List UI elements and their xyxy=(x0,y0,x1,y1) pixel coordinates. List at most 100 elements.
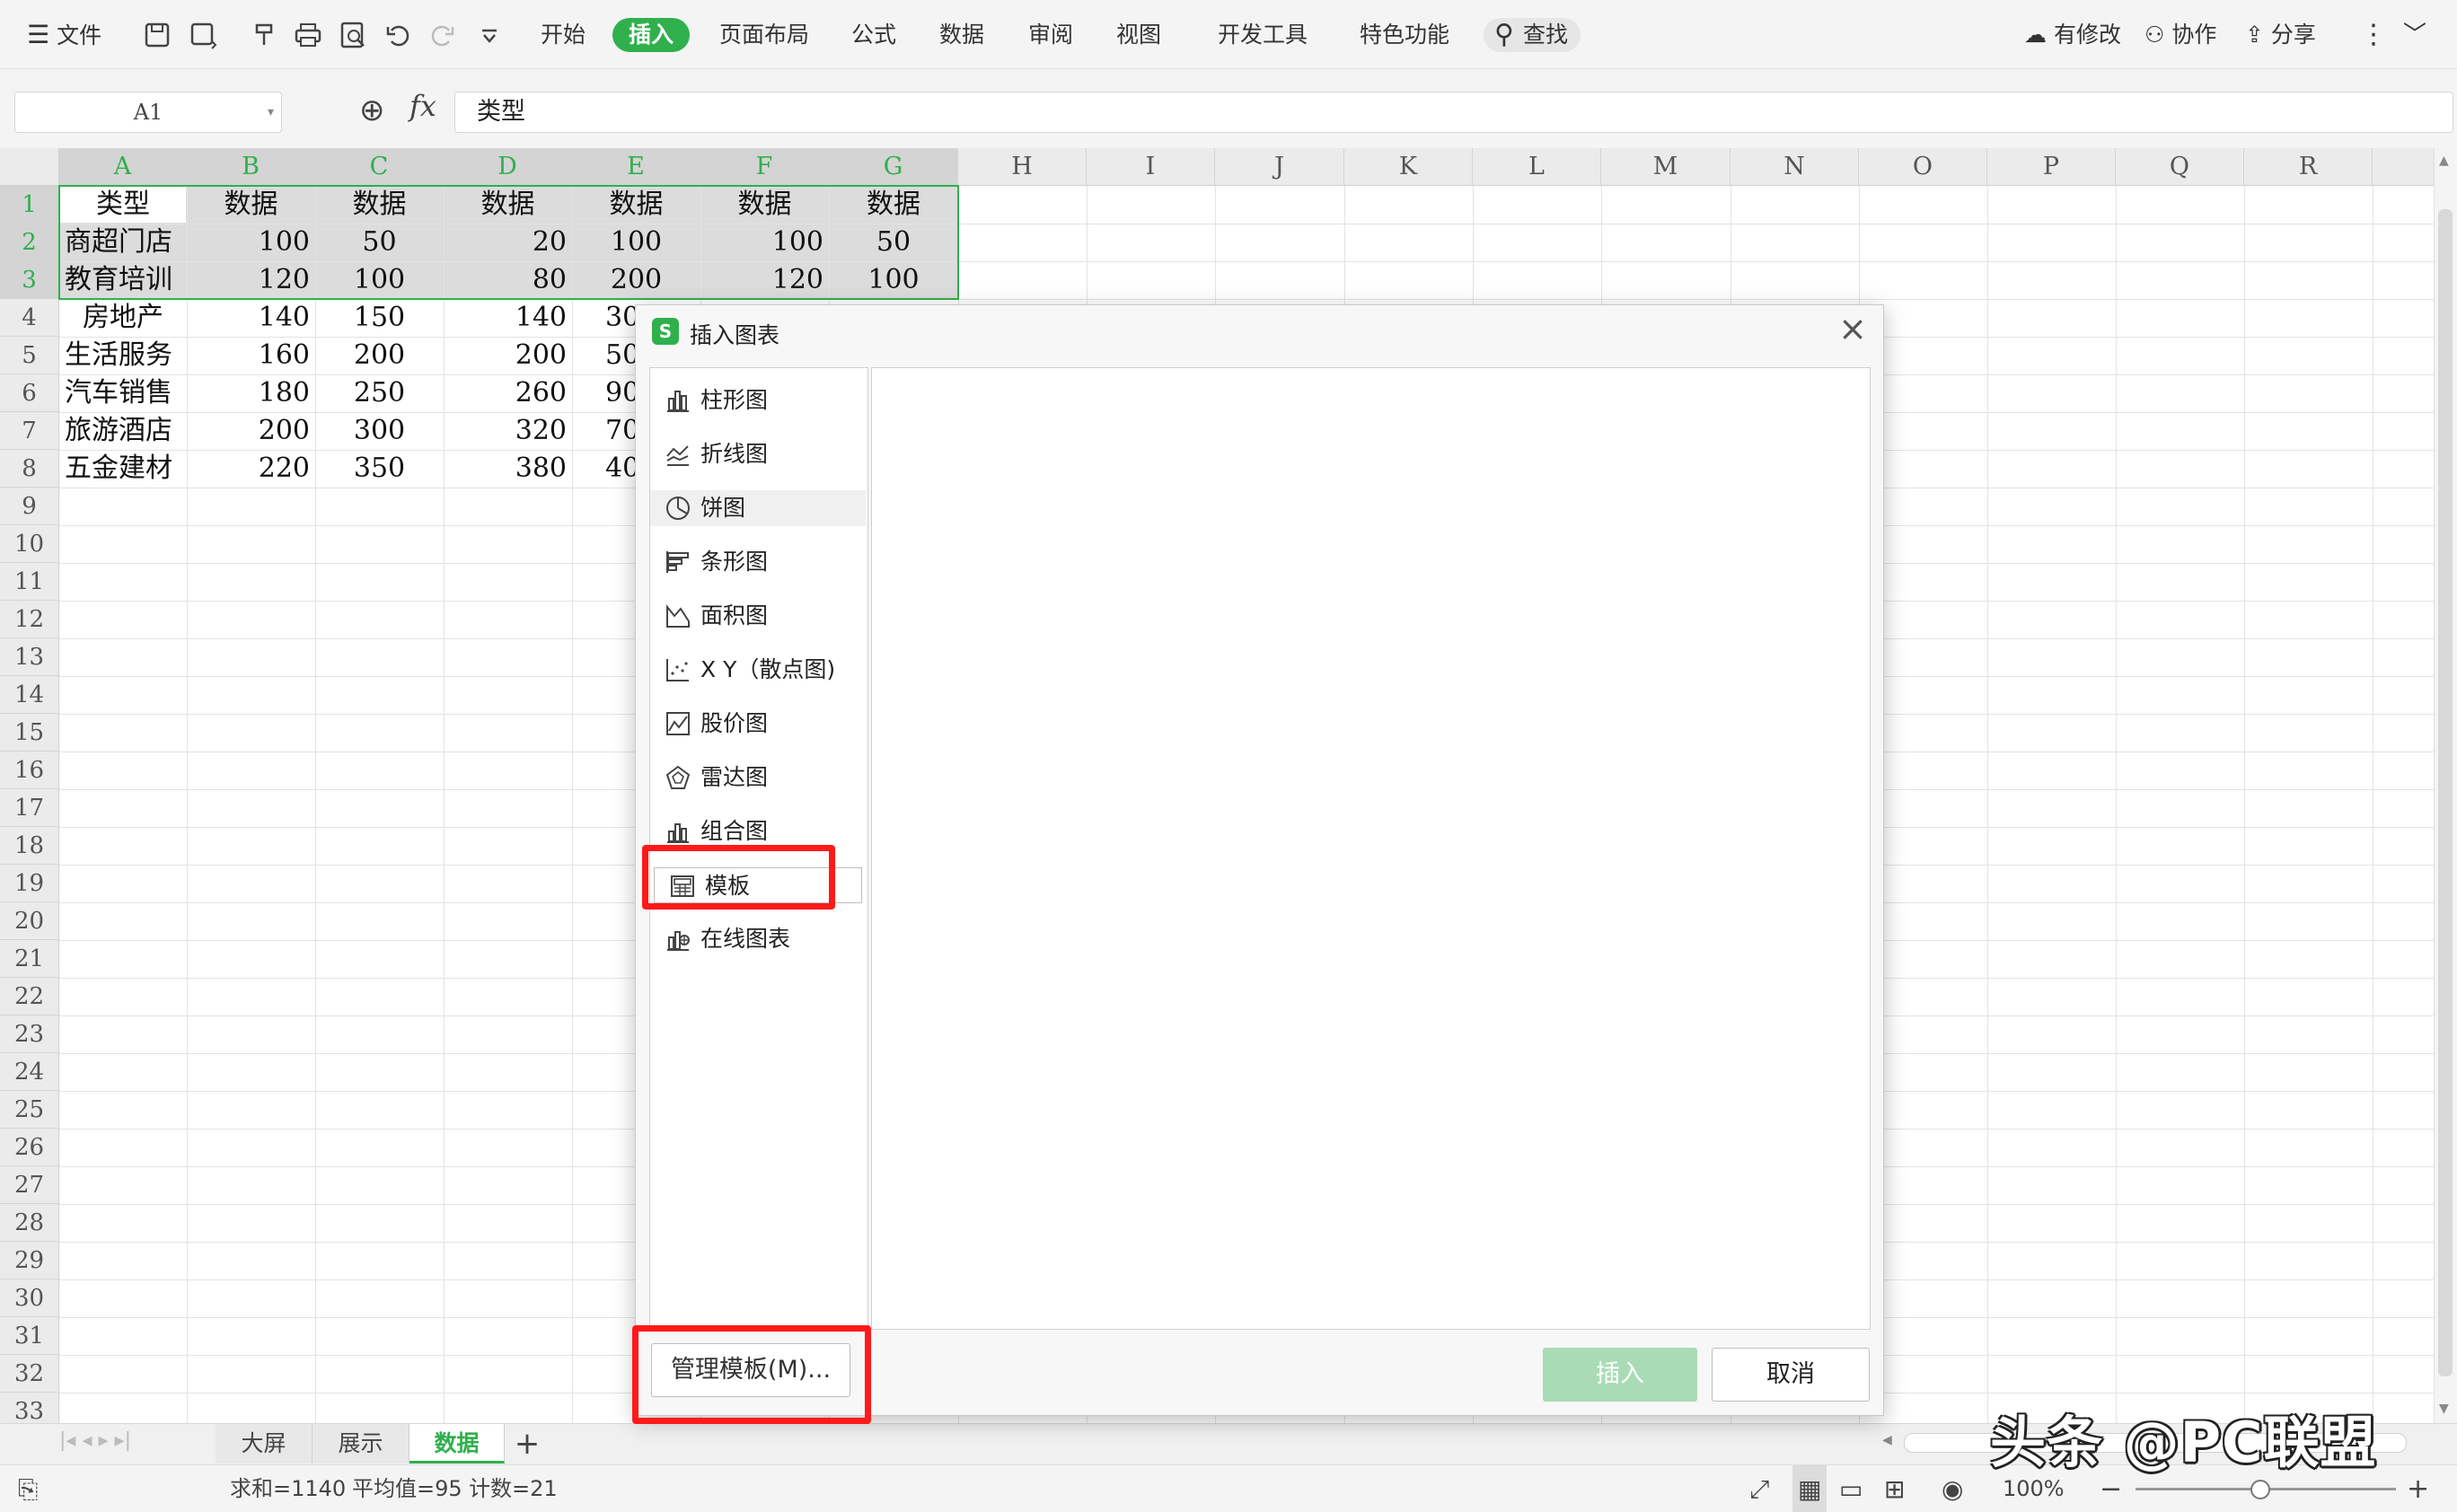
chart-type-area[interactable]: 面积图 xyxy=(650,598,866,634)
row-header[interactable]: 2 xyxy=(0,224,59,261)
column-header[interactable]: M xyxy=(1601,148,1730,186)
row-header[interactable]: 17 xyxy=(0,789,59,827)
tab-insert[interactable]: 插入 xyxy=(612,18,691,52)
row-header[interactable]: 18 xyxy=(0,827,59,865)
collaborate-button[interactable]: ⚇ 协作 xyxy=(2144,18,2216,52)
cell[interactable]: 旅游酒店 xyxy=(59,412,187,450)
column-header[interactable]: J xyxy=(1215,148,1344,186)
cell[interactable]: 生活服务 xyxy=(59,337,187,374)
fx-icon[interactable]: fx xyxy=(410,89,436,123)
cell[interactable]: 五金建材 xyxy=(59,450,187,488)
row-header[interactable]: 20 xyxy=(0,902,59,940)
formula-input[interactable]: 类型 xyxy=(454,92,2453,133)
column-header[interactable]: I xyxy=(1087,148,1215,186)
customize-quick-access-icon[interactable] xyxy=(474,20,505,50)
cell[interactable]: 350 xyxy=(315,450,444,488)
column-header[interactable]: G xyxy=(829,148,958,186)
cell[interactable]: 140 xyxy=(444,299,572,337)
row-header[interactable]: 3 xyxy=(0,261,59,299)
column-header[interactable]: A xyxy=(59,148,187,186)
save-icon[interactable] xyxy=(142,20,172,50)
row-header[interactable]: 33 xyxy=(0,1393,59,1423)
insert-button[interactable]: 插入 xyxy=(1543,1348,1697,1402)
cell[interactable]: 200 xyxy=(315,337,444,374)
zoom-icon[interactable]: ⊕ xyxy=(359,92,385,128)
modified-status-button[interactable]: ☁ 有修改 xyxy=(2024,18,2121,52)
row-header[interactable]: 23 xyxy=(0,1015,59,1053)
scroll-up-icon[interactable]: ▲ xyxy=(2439,154,2449,168)
vertical-scrollbar[interactable]: ▲ ▼ xyxy=(2434,148,2457,1423)
column-header[interactable]: P xyxy=(1987,148,2116,186)
close-icon[interactable]: × xyxy=(1833,309,1872,348)
sheet-nav-first-icon[interactable]: |◂ ◂ ▸ ▸| xyxy=(59,1429,131,1452)
sheet-tab-active[interactable]: 数据 xyxy=(410,1424,505,1464)
row-header[interactable]: 16 xyxy=(0,752,59,789)
row-header[interactable]: 12 xyxy=(0,601,59,638)
tab-view[interactable]: 视图 xyxy=(1116,18,1161,52)
row-header[interactable]: 14 xyxy=(0,676,59,714)
cell[interactable]: 汽车销售 xyxy=(59,374,187,412)
row-header[interactable]: 8 xyxy=(0,450,59,488)
print-preview-icon[interactable] xyxy=(338,20,368,50)
cell[interactable]: 180 xyxy=(187,374,315,412)
column-header[interactable]: N xyxy=(1730,148,1859,186)
cell[interactable]: 140 xyxy=(187,299,315,337)
cell[interactable]: 320 xyxy=(444,412,572,450)
row-header[interactable]: 15 xyxy=(0,714,59,752)
column-header[interactable]: C xyxy=(315,148,444,186)
column-header[interactable]: Q xyxy=(2116,148,2244,186)
cell[interactable]: 250 xyxy=(315,374,444,412)
row-header[interactable]: 19 xyxy=(0,865,59,902)
column-header[interactable]: E xyxy=(572,148,700,186)
share-button[interactable]: ⇪ 分享 xyxy=(2245,18,2316,52)
page-layout-view-icon[interactable]: ▭ xyxy=(1839,1465,1863,1512)
scroll-down-icon[interactable]: ▼ xyxy=(2439,1402,2449,1416)
cell[interactable]: 房地产 xyxy=(59,299,187,337)
column-header[interactable]: K xyxy=(1344,148,1473,186)
chart-type-bar[interactable]: 条形图 xyxy=(650,544,866,580)
chart-type-scatter[interactable]: X Y（散点图) xyxy=(650,652,866,688)
cell[interactable]: 200 xyxy=(187,412,315,450)
fullscreen-icon[interactable]: ⤢ xyxy=(1749,1465,1769,1512)
normal-view-icon[interactable]: ▦ xyxy=(1792,1465,1827,1512)
row-header[interactable]: 26 xyxy=(0,1129,59,1166)
search-button[interactable]: ⚲ 查找 xyxy=(1484,18,1581,52)
row-header[interactable]: 1 xyxy=(0,186,59,224)
undo-icon[interactable] xyxy=(383,20,413,50)
name-box[interactable]: A1 ▾ xyxy=(14,92,282,133)
row-header[interactable]: 11 xyxy=(0,563,59,601)
page-break-view-icon[interactable]: ⊞ xyxy=(1884,1465,1905,1512)
row-header[interactable]: 4 xyxy=(0,299,59,337)
select-all-corner[interactable] xyxy=(0,148,59,186)
print-icon[interactable] xyxy=(293,20,323,50)
zoom-slider-handle[interactable] xyxy=(2250,1480,2270,1499)
row-header[interactable]: 13 xyxy=(0,638,59,676)
row-header[interactable]: 9 xyxy=(0,488,59,525)
cell[interactable]: 70 xyxy=(605,412,638,450)
row-header[interactable]: 7 xyxy=(0,412,59,450)
tab-data[interactable]: 数据 xyxy=(939,18,984,52)
column-header[interactable]: H xyxy=(958,148,1087,186)
row-header[interactable]: 29 xyxy=(0,1242,59,1279)
more-icon[interactable]: ⋮ xyxy=(2360,18,2387,52)
row-header[interactable]: 24 xyxy=(0,1053,59,1091)
sheet-tab[interactable]: 大屏 xyxy=(216,1424,313,1464)
tab-formulas[interactable]: 公式 xyxy=(851,18,896,52)
column-header[interactable]: F xyxy=(700,148,829,186)
tab-page-layout[interactable]: 页面布局 xyxy=(719,18,809,52)
cell[interactable]: 50 xyxy=(605,337,638,374)
scroll-left-icon[interactable]: ◀ xyxy=(1882,1433,1892,1447)
redo-icon[interactable] xyxy=(427,20,458,50)
tab-special-features[interactable]: 特色功能 xyxy=(1360,18,1449,52)
format-painter-icon[interactable] xyxy=(250,20,280,50)
row-header[interactable]: 27 xyxy=(0,1166,59,1204)
column-header[interactable]: D xyxy=(444,148,572,186)
column-header[interactable]: L xyxy=(1473,148,1601,186)
scrollbar-thumb[interactable] xyxy=(2438,209,2453,1376)
tab-review[interactable]: 审阅 xyxy=(1028,18,1073,52)
tab-home[interactable]: 开始 xyxy=(541,18,586,52)
cell[interactable]: 260 xyxy=(444,374,572,412)
row-header[interactable]: 28 xyxy=(0,1204,59,1242)
file-menu[interactable]: ☰ 文件 xyxy=(27,18,101,52)
chevron-down-icon[interactable]: ▾ xyxy=(268,92,274,132)
